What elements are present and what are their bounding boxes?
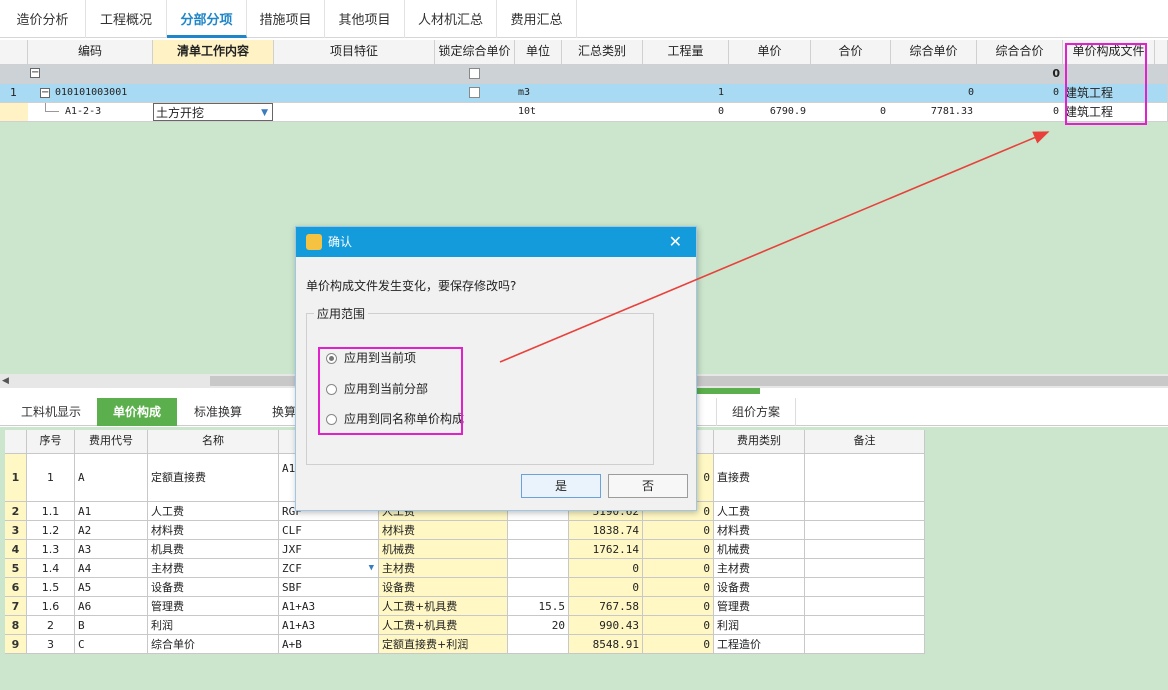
annotation-arrow: [499, 131, 1050, 363]
